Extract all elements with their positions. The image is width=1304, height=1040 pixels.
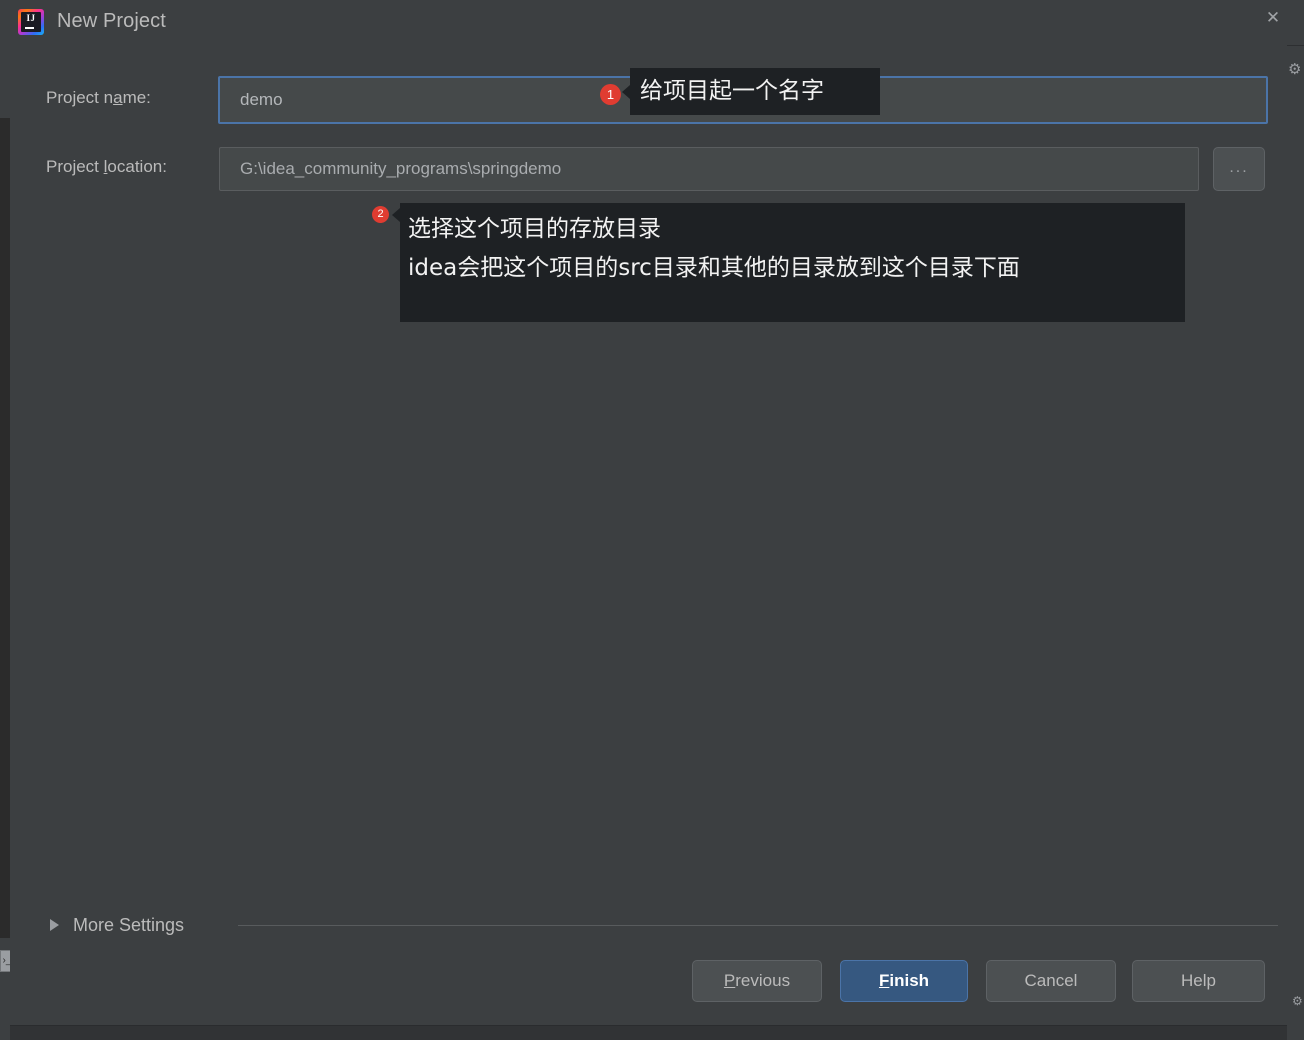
project-name-label-suffix: me: (122, 88, 151, 107)
finish-button[interactable]: Finish (840, 960, 968, 1002)
triangle-right-icon (50, 919, 59, 931)
cancel-button[interactable]: Cancel (986, 960, 1116, 1002)
annotation-badge-2: 2 (372, 206, 389, 223)
annotation-tooltip-2-line-2: idea会把这个项目的src目录和其他的目录放到这个目录下面 (408, 255, 1020, 281)
project-location-label-suffix: ocation: (107, 157, 167, 176)
browse-location-button[interactable]: ... (1213, 147, 1265, 191)
dialog-titlebar: IJ New Project ✕ (10, 0, 1287, 46)
project-location-input[interactable]: G:\idea_community_programs\springdemo (219, 147, 1199, 191)
screen-root: ›_ ⚙ ⚙ IJ New Project ✕ Project name: de… (0, 0, 1304, 1040)
annotation-tooltip-1: 给项目起一个名字 (630, 68, 880, 115)
gear-icon-bottom[interactable]: ⚙ (1292, 994, 1304, 1008)
background-right-strip (1287, 0, 1304, 1040)
background-right-toolbar (1287, 0, 1304, 46)
annotation-tooltip-2: 选择这个项目的存放目录 idea会把这个项目的src目录和其他的目录放到这个目录… (400, 203, 1185, 322)
background-left-editor (0, 118, 10, 938)
previous-button[interactable]: Previous (692, 960, 822, 1002)
annotation-tooltip-2-line-1: 选择这个项目的存放目录 (408, 216, 661, 242)
project-name-label: Project name: (46, 88, 151, 108)
gear-icon[interactable]: ⚙ (1288, 62, 1304, 78)
more-settings-separator (238, 925, 1278, 926)
finish-button-label: inish (889, 971, 930, 990)
more-settings-mnemonic: e (104, 914, 115, 935)
previous-button-mnemonic: P (723, 971, 736, 990)
close-icon[interactable]: ✕ (1260, 5, 1286, 31)
more-settings-prefix: Mor (73, 914, 104, 935)
intellij-idea-logo-icon: IJ (18, 9, 44, 35)
project-location-label-prefix: Project (46, 157, 104, 176)
annotation-badge-1: 1 (600, 84, 621, 105)
more-settings-suffix: Settings (114, 914, 185, 935)
annotation-arrow-1 (622, 85, 630, 99)
project-location-label: Project location: (46, 157, 167, 177)
project-name-label-mnemonic: a (113, 88, 123, 107)
new-project-dialog: IJ New Project ✕ Project name: demo Proj… (10, 0, 1287, 1026)
project-name-label-prefix: Project n (46, 88, 114, 107)
finish-button-mnemonic: F (878, 971, 890, 990)
annotation-arrow-2 (392, 208, 400, 222)
more-settings-label: More Settings (73, 915, 184, 936)
previous-button-label: revious (735, 971, 791, 990)
more-settings-expander[interactable]: More Settings (50, 911, 184, 939)
help-button[interactable]: Help (1132, 960, 1265, 1002)
page-title: New Project (57, 10, 166, 32)
